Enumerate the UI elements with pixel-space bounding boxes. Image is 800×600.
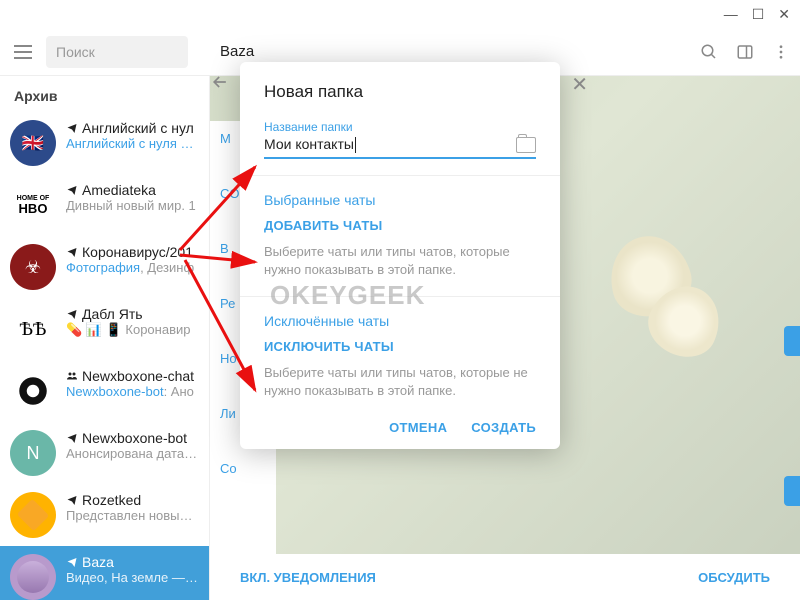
chat-preview: Фотография, Дезинф xyxy=(66,260,199,275)
chat-list-item[interactable]: Newxboxone-chat Newxboxone-bot: Ано xyxy=(0,360,209,422)
chat-list-item[interactable]: N Newxboxone-bot Анонсирована дата ко xyxy=(0,422,209,484)
chat-name: Newxboxone-bot xyxy=(66,430,199,446)
chat-name: Английский с нул xyxy=(66,120,199,136)
chat-list-item[interactable]: Rozetked Представлен новый M xyxy=(0,484,209,546)
enable-notifications-button[interactable]: ВКЛ. УВЕДОМЛЕНИЯ xyxy=(240,570,376,585)
chat-list-item[interactable]: Baza Видео, На земле — мощная xyxy=(0,546,209,600)
strip-item: Ли xyxy=(220,406,266,421)
chat-avatar: 🇬🇧 xyxy=(10,120,56,166)
current-chat-title: Baza xyxy=(198,43,690,60)
hamburger-menu-icon[interactable] xyxy=(10,39,36,65)
chat-name: Коронавирус/201 xyxy=(66,244,199,260)
profile-strip: М CO В Ре Но Ли Co xyxy=(210,121,276,554)
strip-item: Co xyxy=(220,461,266,476)
chat-name: Baza xyxy=(66,554,199,570)
search-placeholder: Поиск xyxy=(56,44,95,60)
minimize-button[interactable]: — xyxy=(724,6,738,22)
close-window-button[interactable]: ✕ xyxy=(778,6,790,23)
window-titlebar: — ☐ ✕ xyxy=(0,0,800,28)
chat-preview: Видео, На земле — мощная xyxy=(66,570,199,585)
chat-preview: 💊 📊 📱 Коронавир xyxy=(66,322,199,338)
maximize-button[interactable]: ☐ xyxy=(752,6,765,23)
discuss-button[interactable]: ОБСУДИТЬ xyxy=(698,570,770,585)
chat-avatar xyxy=(10,554,56,600)
chat-name: Дабл Ять xyxy=(66,306,199,322)
more-options-icon[interactable] xyxy=(772,43,790,61)
chat-name: Amediateka xyxy=(66,182,199,198)
archive-label[interactable]: Архив xyxy=(0,76,209,112)
chat-content-area: М CO В Ре Но Ли Co ВКЛ. УВЕДОМЛЕНИЯ ОБСУДИТЬ xyxy=(210,76,800,600)
chat-preview: Представлен новый M xyxy=(66,508,199,523)
strip-item: В xyxy=(220,241,266,256)
search-icon[interactable] xyxy=(700,43,718,61)
chat-list-item[interactable]: HOME OFHBO Amediateka Дивный новый мир. … xyxy=(0,174,209,236)
app-header: Поиск Baza xyxy=(0,28,800,76)
chat-avatar: ѢѢ xyxy=(10,306,56,352)
chat-avatar: N xyxy=(10,430,56,476)
chat-avatar xyxy=(10,492,56,538)
chat-list-item[interactable]: 🇬🇧 Английский с нул Английский с нуля – … xyxy=(0,112,209,174)
strip-item: М xyxy=(220,131,266,146)
sidebar-toggle-icon[interactable] xyxy=(736,43,754,61)
chat-name: Rozetked xyxy=(66,492,199,508)
chat-preview: Дивный новый мир. 1 xyxy=(66,198,199,213)
search-input[interactable]: Поиск xyxy=(46,36,188,68)
chat-name: Newxboxone-chat xyxy=(66,368,199,384)
chat-list-item[interactable]: ѢѢ Дабл Ять 💊 📊 📱 Коронавир xyxy=(0,298,209,360)
chat-avatar: ☣ xyxy=(10,244,56,290)
strip-item: Ре xyxy=(220,296,266,311)
chat-list-sidebar: Архив 🇬🇧 Английский с нул Английский с н… xyxy=(0,76,210,600)
strip-item: Но xyxy=(220,351,266,366)
chat-footer: ВКЛ. УВЕДОМЛЕНИЯ ОБСУДИТЬ xyxy=(210,554,800,600)
chat-avatar: HOME OFHBO xyxy=(10,182,56,228)
action-button-stub xyxy=(784,326,800,356)
chat-avatar xyxy=(10,368,56,414)
strip-item: CO xyxy=(220,186,266,201)
chat-preview: Newxboxone-bot: Ано xyxy=(66,384,199,399)
chat-preview: Анонсирована дата ко xyxy=(66,446,199,461)
chat-background xyxy=(210,76,800,600)
action-button-stub xyxy=(784,476,800,506)
chat-list-item[interactable]: ☣ Коронавирус/201 Фотография, Дезинф xyxy=(0,236,209,298)
chat-preview: Английский с нуля – У xyxy=(66,136,199,151)
